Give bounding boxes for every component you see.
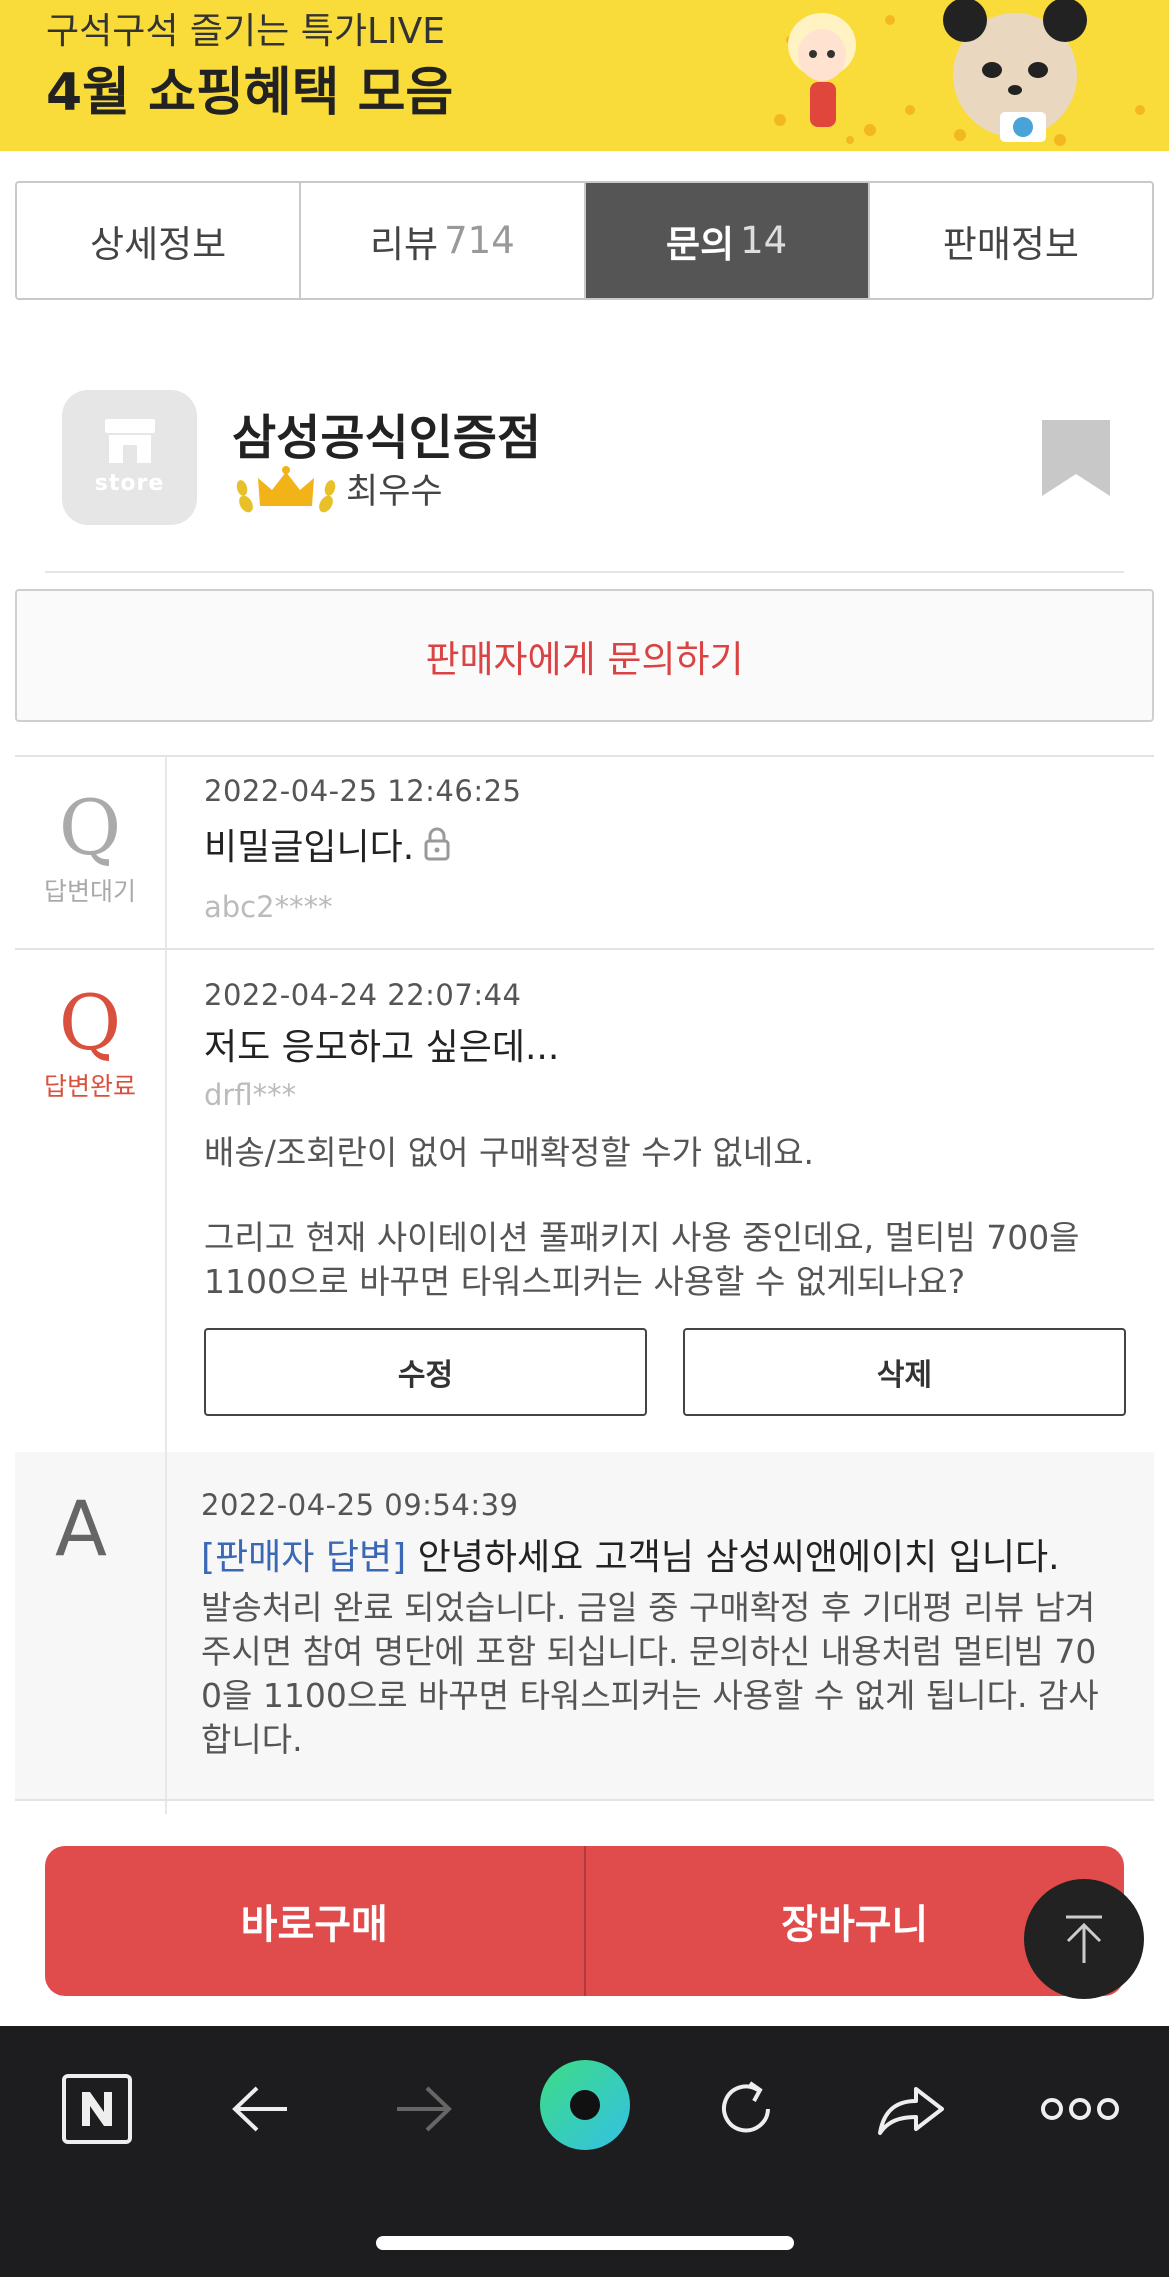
tab-detail[interactable]: 상세정보 bbox=[17, 183, 302, 298]
forward-button[interactable] bbox=[380, 2066, 466, 2152]
store-grade: 최우수 bbox=[236, 463, 443, 514]
bookmark-icon[interactable] bbox=[1042, 420, 1110, 496]
banner-line2: 4월 쇼핑혜택 모음 bbox=[46, 63, 454, 123]
forward-arrow-icon bbox=[397, 2086, 452, 2132]
naver-home-button[interactable] bbox=[54, 2066, 140, 2152]
answer-a-icon: A bbox=[55, 1484, 107, 1573]
more-icon bbox=[1041, 2098, 1119, 2120]
answer-title: 안녕하세요 고객님 삼성씨앤에이치 입니다. bbox=[417, 1537, 1060, 1578]
answer-date: 2022-04-25 09:54:39 bbox=[201, 1488, 519, 1522]
scroll-top-button[interactable] bbox=[1024, 1879, 1144, 1999]
purchase-bar: 바로구매 장바구니 bbox=[45, 1846, 1124, 1996]
tab-inquiry[interactable]: 문의 14 bbox=[585, 183, 870, 298]
buy-now-button[interactable]: 바로구매 bbox=[45, 1846, 584, 1996]
divider bbox=[15, 755, 1154, 757]
question-q-icon: Q bbox=[58, 783, 122, 872]
question-title: 비밀글입니다. bbox=[204, 827, 415, 868]
answer-body-line: 합니다. bbox=[201, 1720, 303, 1759]
tab-review[interactable]: 리뷰 714 bbox=[301, 183, 586, 298]
question-author: drfl*** bbox=[204, 1078, 297, 1112]
share-button[interactable] bbox=[868, 2066, 954, 2152]
banner-line1: 구석구석 즐기는 특가LIVE bbox=[46, 11, 446, 52]
divider bbox=[165, 1452, 167, 1814]
answer-body-line: 주시면 참여 명단에 포함 되십니다. 문의하신 내용처럼 멀티빔 70 bbox=[201, 1632, 1097, 1671]
green-dot-icon bbox=[540, 2060, 630, 2150]
ask-seller-button[interactable]: 판매자에게 문의하기 bbox=[15, 589, 1154, 722]
back-button[interactable] bbox=[218, 2066, 304, 2152]
delete-button[interactable]: 삭제 bbox=[683, 1328, 1126, 1416]
promo-banner[interactable]: 구석구석 즐기는 특가LIVE 4월 쇼핑혜택 모음 bbox=[0, 0, 1169, 151]
question-q-icon: Q bbox=[58, 978, 122, 1067]
home-indicator bbox=[376, 2236, 794, 2250]
answer-body-line: 발송처리 완료 되었습니다. 금일 중 구매확정 후 기대평 리뷰 남겨 bbox=[201, 1588, 1096, 1627]
naver-n-icon bbox=[62, 2074, 132, 2144]
refresh-button[interactable] bbox=[703, 2066, 789, 2152]
question-status-1: Q 답변대기 bbox=[15, 790, 165, 908]
back-arrow-icon bbox=[232, 2086, 287, 2132]
question-date: 2022-04-24 22:07:44 bbox=[204, 978, 522, 1012]
divider bbox=[15, 1799, 1154, 1801]
tab-sales-info[interactable]: 판매정보 bbox=[869, 183, 1152, 298]
tab-label: 판매정보 bbox=[942, 222, 1079, 266]
product-tabs: 상세정보 리뷰 714 문의 14 판매정보 bbox=[15, 181, 1154, 300]
question-status-2: Q 답변완료 bbox=[15, 985, 165, 1103]
divider bbox=[15, 948, 1154, 950]
store-logo-text: store bbox=[94, 471, 165, 496]
tab-label: 상세정보 bbox=[90, 222, 227, 266]
tab-label: 문의 bbox=[666, 222, 735, 266]
question-body-line: 1100으로 바꾸면 타워스피커는 사용할 수 없게되나요? bbox=[204, 1262, 966, 1301]
lock-icon bbox=[424, 827, 450, 861]
question-body-line: 배송/조회란이 없어 구매확정할 수가 없네요. bbox=[204, 1133, 815, 1172]
edit-button[interactable]: 수정 bbox=[204, 1328, 647, 1416]
question-body-line: 그리고 현재 사이테이션 풀패키지 사용 중인데요, 멀티빔 700을 bbox=[204, 1218, 1080, 1257]
answer-title-row: [판매자 답변] 안녕하세요 고객님 삼성씨앤에이치 입니다. bbox=[201, 1528, 1060, 1580]
banner-illustration bbox=[774, 0, 1145, 146]
tab-label: 리뷰 bbox=[370, 222, 439, 266]
store-logo[interactable]: store bbox=[62, 390, 197, 525]
crown-laurel-icon bbox=[236, 465, 336, 512]
grade-label: 최우수 bbox=[346, 472, 443, 512]
tab-count: 714 bbox=[444, 219, 515, 262]
question-status-label: 답변완료 bbox=[43, 1072, 136, 1101]
seller-answer-tag: [판매자 답변] bbox=[201, 1537, 407, 1578]
question-title-row[interactable]: 비밀글입니다. bbox=[204, 818, 452, 870]
answer-body-line: 0을 1100으로 바꾸면 타워스피커는 사용할 수 없게 됩니다. 감사 bbox=[201, 1676, 1099, 1715]
store-icon bbox=[104, 419, 155, 463]
green-dot-button[interactable] bbox=[540, 2060, 630, 2150]
more-button[interactable] bbox=[1030, 2066, 1130, 2152]
question-status-label: 답변대기 bbox=[43, 877, 136, 906]
tab-count: 14 bbox=[740, 219, 788, 262]
divider bbox=[45, 571, 1124, 573]
question-date: 2022-04-25 12:46:25 bbox=[204, 774, 522, 808]
refresh-icon bbox=[722, 2081, 770, 2133]
arrow-up-icon bbox=[1066, 1915, 1102, 1963]
question-author: abc2**** bbox=[204, 890, 333, 924]
store-name[interactable]: 삼성공식인증점 bbox=[232, 398, 541, 468]
question-title[interactable]: 저도 응모하고 싶은데... bbox=[204, 1018, 559, 1070]
share-icon bbox=[878, 2087, 944, 2135]
